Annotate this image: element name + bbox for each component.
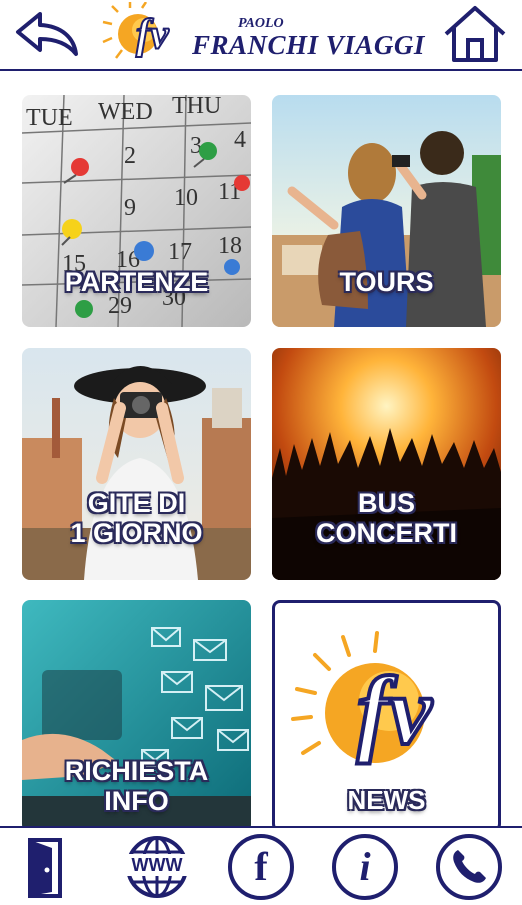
tile-gite[interactable]: GITE DI 1 GIORNO [22,348,251,580]
cal-num: 17 [168,239,192,265]
tile-richiesta-label-1: RICHIESTA [64,756,209,786]
exit-door-icon [28,838,62,898]
header-divider [0,69,522,71]
tile-partenze[interactable]: TUE WED THU 2 3 4 9 10 11 16 17 18 15 29… [22,95,251,327]
tile-bus-concerti[interactable]: BUS CONCERTI [272,348,501,580]
tile-bus-label-2: CONCERTI [316,518,457,548]
tile-news-label: NEWS [347,785,426,815]
cal-num: 4 [234,127,246,153]
tile-bus-label-1: BUS [357,488,415,518]
phone-button[interactable] [436,834,502,900]
tile-richiesta-info[interactable]: RICHIESTA INFO [22,600,251,832]
website-button[interactable]: WWW [124,834,190,900]
www-label: WWW [124,854,190,876]
tile-gite-label-1: GITE DI [87,488,186,518]
back-arrow-icon [16,12,78,56]
cal-num: 18 [218,233,242,259]
logo-title: FRANCHI VIAGGI [192,30,425,60]
facebook-button[interactable]: f [228,834,294,900]
cal-num: 9 [124,195,136,221]
facebook-icon: f [254,844,268,889]
bottom-toolbar: WWW f i [0,828,522,900]
info-button[interactable]: i [332,834,398,900]
tile-partenze-label: PARTENZE [64,267,209,297]
sun-logo-icon: fv [102,2,171,59]
tile-richiesta-label-2: INFO [104,786,169,816]
exit-button[interactable] [22,834,76,900]
news-logo-mark: fv [357,657,433,764]
cal-day-2: WED [98,99,153,125]
tile-tours-label: TOURS [339,267,434,297]
info-icon: i [359,844,371,889]
home-icon [444,6,506,62]
cal-num: 2 [124,143,136,169]
cal-num: 10 [174,185,198,211]
app-header: fv PAOLO FRANCHI VIAGGI [0,0,522,68]
cal-day-1: TUE [26,105,73,131]
cal-day-3: THU [172,95,221,119]
back-button[interactable] [12,8,82,60]
logo-mark: fv [136,12,170,58]
franchi-viaggi-logo: fv PAOLO FRANCHI VIAGGI [100,2,430,64]
home-button[interactable] [440,4,510,64]
tile-gite-label-2: 1 GIORNO [70,518,203,548]
tile-tours[interactable]: TOURS [272,95,501,327]
phone-icon [453,850,486,883]
tile-news[interactable]: fv NEWS [272,600,501,832]
